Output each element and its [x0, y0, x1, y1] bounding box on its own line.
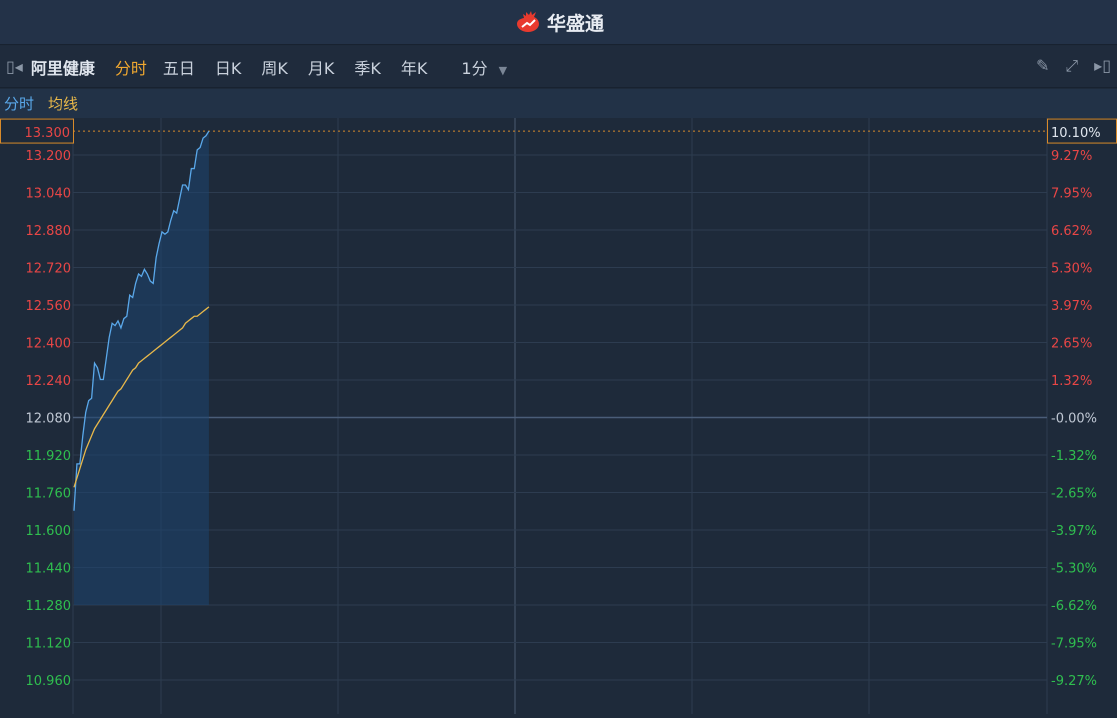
left-axis-label: 13.200 [26, 149, 72, 164]
flame-logo-icon [516, 11, 539, 32]
tab-quarterly-k[interactable]: 季K [354, 55, 381, 79]
right-axis-label: 6.62% [1051, 224, 1092, 239]
toolbar: ▯◂ 阿里健康 分时 五日 日K 周K 月K 季K 年K 1分 ▼ ✎ ⤢ ▸▯ [0, 46, 1117, 88]
right-axis-label: 3.97% [1051, 299, 1092, 314]
tab-weekly-k[interactable]: 周K [261, 55, 288, 79]
collapse-left-icon[interactable]: ▯◂ [6, 57, 23, 76]
right-axis-label: 1.32% [1051, 374, 1092, 389]
app-logo: 华盛通 [513, 9, 604, 36]
fullscreen-icon[interactable]: ⤢ [1065, 56, 1078, 76]
right-axis-label: -7.95% [1051, 637, 1097, 652]
left-axis-label: 11.440 [26, 562, 72, 577]
chevron-down-icon: ▼ [498, 63, 508, 77]
pencil-icon[interactable]: ✎ [1036, 56, 1049, 76]
interval-value: 1分 [461, 58, 488, 78]
legend-price: 分时 [4, 95, 35, 113]
left-axis-label: 10.960 [26, 674, 72, 689]
left-axis-label: 11.600 [26, 524, 72, 539]
right-axis-label: -5.30% [1051, 562, 1097, 577]
right-axis-label: 7.95% [1051, 187, 1092, 202]
right-axis-label: 9.27% [1051, 149, 1092, 164]
left-axis-label: 12.400 [26, 337, 72, 352]
tab-monthly-k[interactable]: 月K [308, 55, 335, 79]
right-axis-label: 5.30% [1051, 262, 1092, 277]
chart-svg: 13.200 9.27% 13.040 7.95% 12.880 6.62% 12.720 5… [0, 118, 1117, 714]
left-axis-label: 12.240 [26, 374, 72, 389]
right-axis-label: -9.27% [1051, 674, 1097, 689]
legend-avg: 均线 [48, 95, 79, 113]
current-pct-label: 10.10% [1051, 126, 1101, 141]
tab-daily-k[interactable]: 日K [215, 55, 242, 79]
legend-bar: 分时 均线 [0, 89, 1117, 118]
collapse-right-icon[interactable]: ▸▯ [1094, 56, 1111, 76]
right-axis-label: -0.00% [1051, 412, 1097, 427]
app-title: 华盛通 [546, 12, 604, 35]
right-axis-label: -1.32% [1051, 449, 1097, 464]
intraday-chart: 13.200 9.27% 13.040 7.95% 12.880 6.62% 12.720 5… [0, 118, 1117, 714]
left-axis-label: 12.560 [26, 299, 72, 314]
left-axis-label: 11.120 [26, 637, 72, 652]
right-axis-label: 2.65% [1051, 337, 1092, 352]
stock-name: 阿里健康 [30, 58, 95, 78]
tab-5day[interactable]: 五日 [163, 55, 195, 79]
left-axis-label: 12.720 [26, 262, 72, 277]
right-axis-label: -3.97% [1051, 524, 1097, 539]
current-price-label: 13.300 [25, 126, 71, 141]
left-axis-label: 12.880 [26, 224, 72, 239]
tab-yearly-k[interactable]: 年K [401, 55, 428, 79]
left-axis-label: 11.920 [26, 449, 72, 464]
left-axis-label: 12.080 [26, 412, 72, 427]
right-axis-label: -2.65% [1051, 487, 1097, 502]
left-axis-label: 11.760 [26, 487, 72, 502]
tab-intraday[interactable]: 分时 [115, 55, 147, 79]
interval-dropdown[interactable]: 1分 ▼ [461, 55, 507, 79]
left-axis-label: 13.040 [26, 187, 72, 202]
right-axis-label: -6.62% [1051, 599, 1097, 614]
title-bar: 华盛通 [0, 0, 1117, 45]
left-axis-label: 11.280 [26, 599, 72, 614]
